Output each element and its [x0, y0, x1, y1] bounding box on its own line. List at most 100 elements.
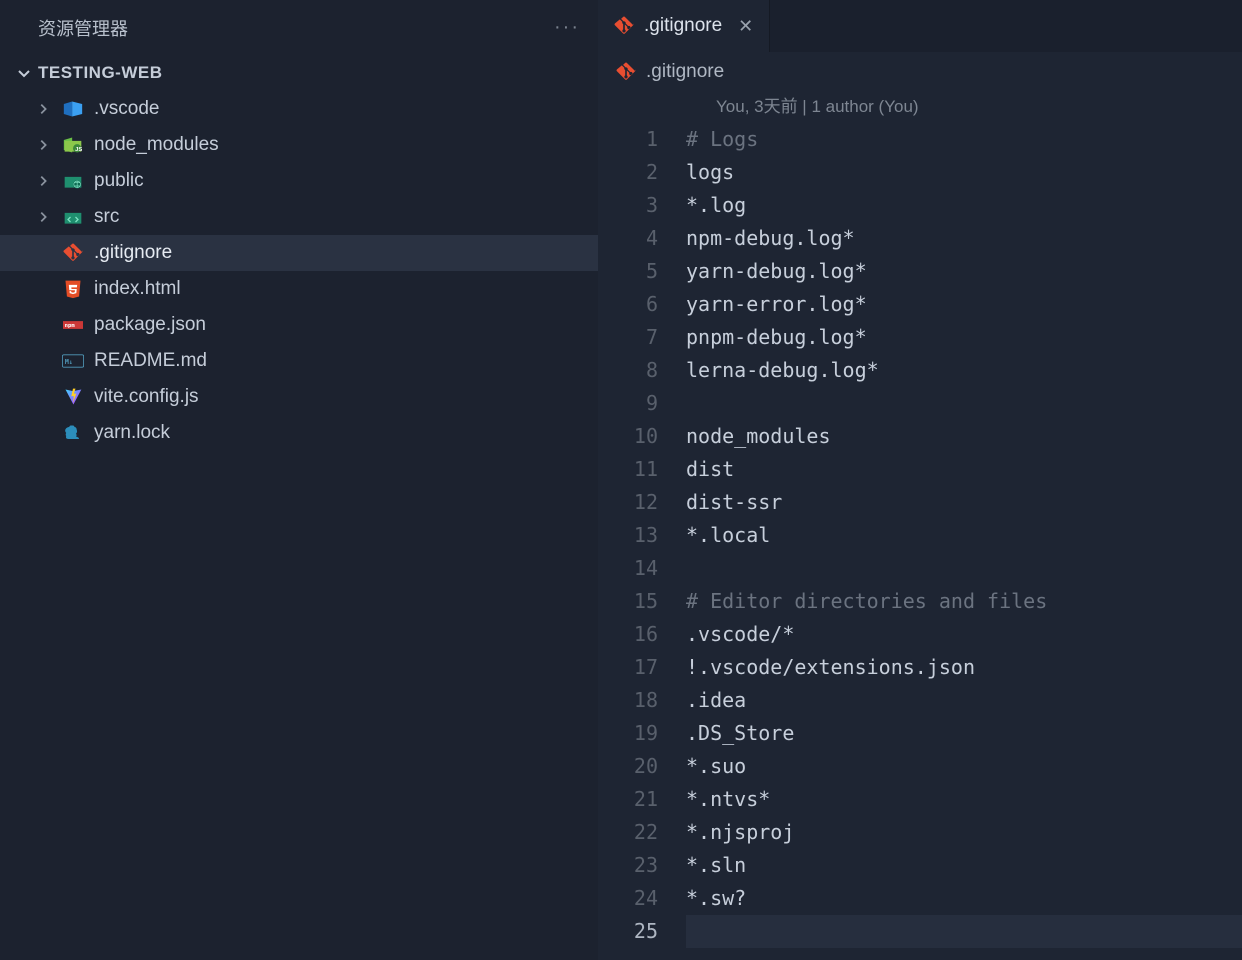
file-yarn-lock[interactable]: yarn.lock	[0, 415, 598, 451]
file-package-json[interactable]: npmpackage.json	[0, 307, 598, 343]
code-text: dist-ssr	[686, 486, 782, 519]
code-text: # Editor directories and files	[686, 585, 1047, 618]
code-text: *.njsproj	[686, 816, 794, 849]
chevron-right-icon	[34, 172, 52, 190]
code-line[interactable]: 10node_modules	[598, 420, 1242, 453]
code-text: *.sw?	[686, 882, 746, 915]
code-text: !.vscode/extensions.json	[686, 651, 975, 684]
markdown-icon: M↓	[62, 350, 84, 372]
git-icon	[614, 16, 634, 36]
line-number: 13	[598, 519, 686, 552]
chevron-right-icon	[34, 208, 52, 226]
code-line[interactable]: 11dist	[598, 453, 1242, 486]
code-line[interactable]: 13*.local	[598, 519, 1242, 552]
code-text: node_modules	[686, 420, 831, 453]
line-number: 15	[598, 585, 686, 618]
code-line[interactable]: 17!.vscode/extensions.json	[598, 651, 1242, 684]
file-index-html[interactable]: index.html	[0, 271, 598, 307]
folder-public[interactable]: public	[0, 163, 598, 199]
folder-node_modules[interactable]: JS node_modules	[0, 127, 598, 163]
vite-icon	[62, 386, 84, 408]
tab-blank	[770, 0, 900, 52]
chevron-down-icon	[16, 65, 32, 81]
file-tree: .vscode JS node_modulespublic src .gitignore…	[0, 91, 598, 451]
code-line[interactable]: 3*.log	[598, 189, 1242, 222]
tree-item-label: yarn.lock	[94, 422, 170, 444]
line-number: 21	[598, 783, 686, 816]
line-number: 9	[598, 387, 686, 420]
folder-src[interactable]: src	[0, 199, 598, 235]
code-line[interactable]: 19.DS_Store	[598, 717, 1242, 750]
breadcrumb-label: .gitignore	[646, 61, 724, 83]
code-text: lerna-debug.log*	[686, 354, 879, 387]
file-README-md[interactable]: M↓ README.md	[0, 343, 598, 379]
explorer-title: 资源管理器	[38, 15, 128, 41]
code-line[interactable]: 8lerna-debug.log*	[598, 354, 1242, 387]
code-line[interactable]: 5yarn-debug.log*	[598, 255, 1242, 288]
code-line[interactable]: 25	[598, 915, 1242, 948]
folder--vscode[interactable]: .vscode	[0, 91, 598, 127]
tree-item-label: .vscode	[94, 98, 159, 120]
close-icon[interactable]: ✕	[738, 16, 753, 37]
vscode-folder-icon	[62, 98, 84, 120]
tree-item-label: .gitignore	[94, 242, 172, 264]
code-line[interactable]: 1# Logs	[598, 123, 1242, 156]
line-number: 19	[598, 717, 686, 750]
code-line[interactable]: 9	[598, 387, 1242, 420]
line-number: 18	[598, 684, 686, 717]
chevron-right-icon	[34, 136, 52, 154]
code-text: pnpm-debug.log*	[686, 321, 867, 354]
tree-item-label: README.md	[94, 350, 207, 372]
line-number: 17	[598, 651, 686, 684]
line-number: 23	[598, 849, 686, 882]
code-text: *.sln	[686, 849, 746, 882]
project-header[interactable]: TESTING-WEB	[0, 55, 598, 91]
code-text: *.ntvs*	[686, 783, 770, 816]
line-number: 25	[598, 915, 686, 948]
src-folder-icon	[62, 206, 84, 228]
code-line[interactable]: 14	[598, 552, 1242, 585]
code-line[interactable]: 16.vscode/*	[598, 618, 1242, 651]
code-text: yarn-debug.log*	[686, 255, 867, 288]
more-actions-icon[interactable]: ···	[554, 16, 580, 39]
editor-pane: .gitignore ✕ .gitignore You, 3天前 | 1 aut…	[598, 0, 1242, 960]
code-line[interactable]: 21*.ntvs*	[598, 783, 1242, 816]
line-number: 20	[598, 750, 686, 783]
nodemodules-folder-icon: JS	[62, 134, 84, 156]
line-number: 6	[598, 288, 686, 321]
tree-item-label: src	[94, 206, 119, 228]
code-line[interactable]: 20*.suo	[598, 750, 1242, 783]
code-line[interactable]: 12dist-ssr	[598, 486, 1242, 519]
explorer-header: 资源管理器 ···	[0, 0, 598, 55]
code-text: .DS_Store	[686, 717, 794, 750]
file--gitignore[interactable]: .gitignore	[0, 235, 598, 271]
code-text: *.suo	[686, 750, 746, 783]
svg-text:JS: JS	[75, 147, 82, 153]
code-text: .vscode/*	[686, 618, 794, 651]
line-number: 16	[598, 618, 686, 651]
code-editor[interactable]: 1# Logs2logs3*.log4npm-debug.log*5yarn-d…	[598, 123, 1242, 960]
tab-label: .gitignore	[644, 15, 722, 37]
code-line[interactable]: 18.idea	[598, 684, 1242, 717]
breadcrumb[interactable]: .gitignore	[598, 52, 1242, 92]
code-line[interactable]: 7pnpm-debug.log*	[598, 321, 1242, 354]
code-line[interactable]: 15# Editor directories and files	[598, 585, 1242, 618]
code-line[interactable]: 4npm-debug.log*	[598, 222, 1242, 255]
npm-icon: npm	[62, 314, 84, 336]
project-name: TESTING-WEB	[38, 63, 163, 83]
file-vite-config-js[interactable]: vite.config.js	[0, 379, 598, 415]
code-line[interactable]: 6yarn-error.log*	[598, 288, 1242, 321]
code-line[interactable]: 24*.sw?	[598, 882, 1242, 915]
html5-icon	[62, 278, 84, 300]
line-number: 3	[598, 189, 686, 222]
public-folder-icon	[62, 170, 84, 192]
line-number: 10	[598, 420, 686, 453]
code-line[interactable]: 2logs	[598, 156, 1242, 189]
code-line[interactable]: 22*.njsproj	[598, 816, 1242, 849]
tab-gitignore[interactable]: .gitignore ✕	[598, 0, 770, 52]
code-line[interactable]: 23*.sln	[598, 849, 1242, 882]
line-number: 7	[598, 321, 686, 354]
code-text: *.log	[686, 189, 746, 222]
tree-item-label: node_modules	[94, 134, 219, 156]
gitlens-annotation[interactable]: You, 3天前 | 1 author (You)	[598, 92, 1242, 117]
